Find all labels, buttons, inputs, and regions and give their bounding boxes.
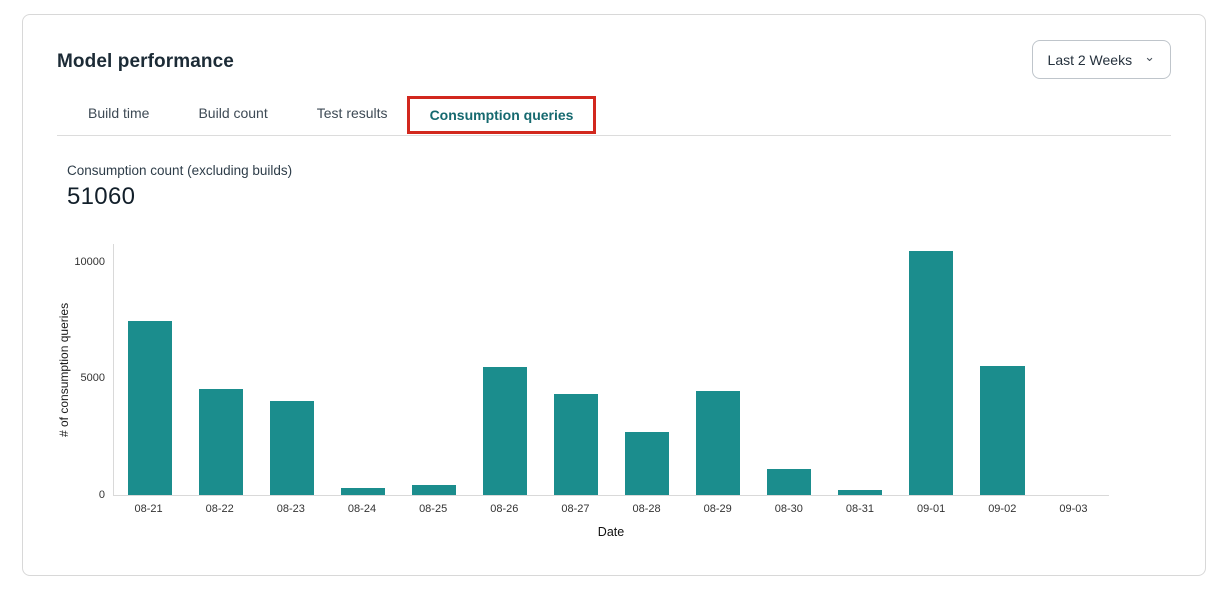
x-tick-09-03: 09-03 (1038, 503, 1109, 515)
bar-09-02[interactable] (980, 366, 1024, 496)
bar-slot (612, 244, 683, 495)
x-tick-08-24: 08-24 (326, 503, 397, 515)
consumption-queries-chart: # of consumption queries 0500010000 08-2… (57, 244, 1109, 539)
plot-area: 0500010000 (113, 244, 1109, 496)
bar-08-24[interactable] (341, 488, 385, 495)
bar-slot (469, 244, 540, 495)
time-period-value: Last 2 Weeks (1048, 52, 1133, 68)
tab-consumption-queries[interactable]: Consumption queries (407, 96, 597, 134)
x-tick-08-25: 08-25 (398, 503, 469, 515)
bar-slot (1038, 244, 1109, 495)
x-tick-08-27: 08-27 (540, 503, 611, 515)
bar-slot (114, 244, 185, 495)
bar-slot (256, 244, 327, 495)
bar-08-26[interactable] (483, 367, 527, 495)
bar-09-01[interactable] (909, 251, 953, 495)
bar-slot (754, 244, 825, 495)
metric-value: 51060 (67, 183, 1171, 211)
x-tick-08-21: 08-21 (113, 503, 184, 515)
x-tick-08-26: 08-26 (469, 503, 540, 515)
page-title: Model performance (57, 51, 234, 73)
bar-slot (398, 244, 469, 495)
bar-slot (185, 244, 256, 495)
tab-build-time[interactable]: Build time (88, 105, 149, 135)
tab-test-results[interactable]: Test results (317, 105, 388, 135)
bar-slot (967, 244, 1038, 495)
x-axis-label: Date (113, 525, 1109, 539)
bar-08-31[interactable] (838, 490, 882, 495)
x-tick-08-23: 08-23 (255, 503, 326, 515)
bar-slot (540, 244, 611, 495)
plot-region: 0500010000 08-2108-2208-2308-2408-2508-2… (113, 244, 1109, 539)
x-tick-08-30: 08-30 (753, 503, 824, 515)
y-tick-0: 0 (99, 489, 105, 501)
x-tick-09-02: 09-02 (967, 503, 1038, 515)
bar-08-22[interactable] (199, 389, 243, 495)
y-tick-10000: 10000 (74, 256, 105, 268)
bar-08-28[interactable] (625, 432, 669, 495)
chevron-down-icon: ⌄ (1144, 52, 1155, 62)
bar-08-30[interactable] (767, 469, 811, 495)
metric-label: Consumption count (excluding builds) (67, 163, 1171, 178)
x-tick-08-22: 08-22 (184, 503, 255, 515)
bar-08-23[interactable] (270, 401, 314, 495)
x-tick-09-01: 09-01 (896, 503, 967, 515)
x-tick-08-31: 08-31 (824, 503, 895, 515)
tab-build-count[interactable]: Build count (198, 105, 267, 135)
model-performance-card: Model performance Last 2 Weeks ⌄ Build t… (22, 14, 1206, 576)
metric-block: Consumption count (excluding builds) 510… (57, 163, 1171, 211)
tab-bar: Build time Build count Test results Consump… (57, 90, 1171, 136)
bar-08-21[interactable] (128, 321, 172, 495)
bar-slot (683, 244, 754, 495)
x-axis-ticks: 08-2108-2208-2308-2408-2508-2608-2708-28… (113, 503, 1109, 515)
bar-slot (896, 244, 967, 495)
bar-slot (825, 244, 896, 495)
y-tick-5000: 5000 (81, 372, 105, 384)
bar-08-27[interactable] (554, 394, 598, 495)
x-tick-08-28: 08-28 (611, 503, 682, 515)
x-tick-08-29: 08-29 (682, 503, 753, 515)
time-period-dropdown[interactable]: Last 2 Weeks ⌄ (1032, 40, 1171, 79)
card-header: Model performance Last 2 Weeks ⌄ (57, 43, 1171, 79)
bar-slot (327, 244, 398, 495)
y-axis-label: # of consumption queries (57, 244, 73, 496)
bar-08-25[interactable] (412, 485, 456, 495)
bar-08-29[interactable] (696, 391, 740, 495)
